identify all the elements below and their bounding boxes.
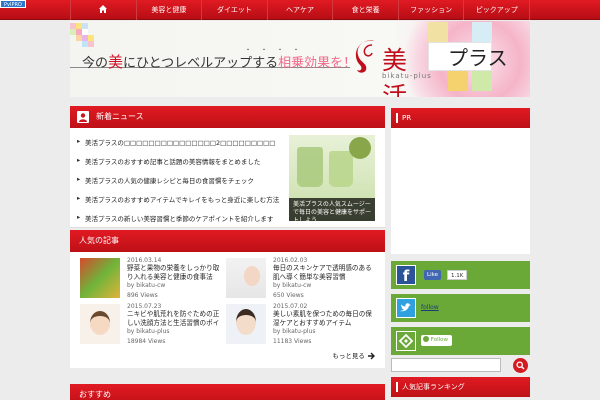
recommend-header: おすすめ [70, 384, 385, 400]
article-thumb[interactable] [226, 304, 266, 344]
popular-header: 人気の記事 [70, 230, 385, 252]
ranking-title: 人気記事ランキング [402, 383, 465, 391]
twitter-icon [396, 298, 416, 318]
news-item[interactable]: 美活プラスの新しい美容習慣と季節のケアポイントを紹介します [75, 213, 287, 223]
pr-bar [396, 113, 398, 123]
article-views: 18984 Views [127, 338, 166, 345]
article-title[interactable]: 美しい素肌を保つための毎日の保湿ケアとおすすめアイテム [273, 310, 373, 328]
article-thumb[interactable] [80, 258, 120, 298]
arrow-right-icon [368, 352, 375, 360]
logo-main: 美活 [382, 46, 408, 97]
article-card[interactable]: 2016.03.14 野菜と果物の栄養をしっかり取り入れる美容と健康の食事法 b… [127, 257, 222, 299]
article-title[interactable]: ニキビや肌荒れを防ぐための正しい洗顔方法と生活習慣のポイント [127, 310, 222, 328]
top-nav-bar: PvIPRO 美容と健康 ダイエット ヘアケア 食と栄養 ファッション ピックア… [0, 0, 600, 20]
feedly-follow-button[interactable]: Follow [421, 335, 453, 346]
article-thumb[interactable] [226, 258, 266, 298]
tagline-accent: 相乗効果を！ [278, 56, 357, 71]
nav-food[interactable]: 食と栄養 [333, 0, 399, 20]
nav-haircare[interactable]: ヘアケア [268, 0, 334, 20]
facebook-icon: f [396, 265, 416, 285]
search-input[interactable] [391, 358, 501, 372]
article-author: by bikatu-cw [127, 282, 166, 289]
pr-title: PR [402, 114, 412, 122]
article-card[interactable]: 2015.07.02 美しい素肌を保つための毎日の保湿ケアとおすすめアイテム b… [273, 303, 373, 345]
article-date: 2016.02.03 [273, 257, 308, 264]
tagline-pre: 今の [82, 56, 109, 71]
nav-beauty[interactable]: 美容と健康 [137, 0, 203, 20]
site-header[interactable]: ・・・・ 今の美にひとつレベルアップする相乗効果を！ 美活 プラス bikatu… [70, 21, 530, 97]
article-thumb[interactable] [80, 304, 120, 344]
search-button[interactable] [513, 358, 528, 373]
pr-header: PR [391, 108, 530, 128]
facebook-box[interactable]: f Like 1.1K [391, 261, 530, 289]
twitter-box[interactable]: follow [391, 294, 530, 322]
article-card[interactable]: 2016.02.03 毎日のスキンケアで透明感のある肌へ導く簡単な美容習慣 by… [273, 257, 373, 299]
twitter-follow-link[interactable]: follow [421, 304, 439, 311]
article-views: 896 Views [127, 292, 158, 299]
smoothie-glass [329, 151, 353, 187]
article-card[interactable]: 2015.07.23 ニキビや肌荒れを防ぐための正しい洗顔方法と生活習慣のポイン… [127, 303, 222, 345]
article-author: by bikatu-cw [273, 282, 312, 289]
tagline: 今の美にひとつレベルアップする相乗効果を！ [82, 51, 356, 72]
ranking-bar [396, 382, 398, 392]
article-views: 650 Views [273, 292, 304, 299]
article-date: 2015.07.23 [127, 303, 162, 310]
home-icon [99, 5, 108, 13]
logo-accent: プラス [448, 46, 508, 70]
facebook-count: 1.1K [447, 270, 468, 280]
news-list: 美活プラスの□□□□□□□□□□□□□□□2□□□□□□□□□ 美活プラスのおす… [75, 137, 287, 232]
news-item[interactable]: 美活プラスの□□□□□□□□□□□□□□□2□□□□□□□□□ [75, 137, 287, 147]
pr-ad-slot[interactable] [391, 128, 530, 254]
feedly-box[interactable]: Follow [391, 327, 530, 355]
article-author: by bikatu-plus [273, 328, 316, 335]
news-item[interactable]: 美活プラスのおすすめ記事と話題の美容情報をまとめました [75, 156, 287, 166]
news-title: 新着ニュース [96, 112, 144, 121]
smoothie-glass [297, 147, 323, 187]
article-author: by bikatu-plus [127, 328, 170, 335]
feedly-icon [396, 331, 416, 351]
article-views: 11183 Views [273, 338, 312, 345]
badge[interactable]: PvIPRO [0, 0, 26, 8]
fb-like-label: Like [427, 272, 438, 278]
nav-fashion[interactable]: ファッション [399, 0, 465, 20]
main-nav: 美容と健康 ダイエット ヘアケア 食と栄養 ファッション ピックアップ [70, 0, 531, 20]
tagline-mid: にひとつレベルアップする [123, 56, 279, 71]
article-date: 2015.07.02 [273, 303, 308, 310]
feedly-follow-label: Follow [430, 337, 449, 343]
main-column: 新着ニュース 美活プラスの□□□□□□□□□□□□□□□2□□□□□□□□□ 美… [70, 106, 385, 400]
article-title[interactable]: 毎日のスキンケアで透明感のある肌へ導く簡単な美容習慣 [273, 264, 373, 282]
logo-sub: bikatu-plus [382, 72, 432, 80]
logo-emblem-icon [355, 40, 374, 73]
kiwi [349, 137, 371, 159]
nav-diet[interactable]: ダイエット [202, 0, 268, 20]
more-link[interactable]: もっと見る [332, 350, 375, 360]
popular-title: 人気の記事 [79, 236, 119, 245]
popular-body: 2016.03.14 野菜と果物の栄養をしっかり取り入れる美容と健康の食事法 b… [70, 252, 385, 368]
feature-caption: 美活プラスの人気スムージーで毎日の美容と健康をサポートしよう [289, 198, 375, 221]
news-item[interactable]: 美活プラスのおすすめアイテムでキレイをもっと身近に楽しむ方法 [75, 194, 287, 204]
recommend-title: おすすめ [79, 390, 111, 399]
nav-pickup[interactable]: ピックアップ [464, 0, 531, 20]
article-title[interactable]: 野菜と果物の栄養をしっかり取り入れる美容と健康の食事法 [127, 264, 222, 282]
tagline-mei: 美 [108, 53, 124, 71]
news-item[interactable]: 美活プラスの人気の健康レシピと毎日の食習慣をチェック [75, 175, 287, 185]
facebook-like-button[interactable]: Like [424, 270, 441, 280]
search-icon [516, 361, 525, 370]
news-body: 美活プラスの□□□□□□□□□□□□□□□2□□□□□□□□□ 美活プラスのおす… [70, 128, 385, 228]
nav-home[interactable] [70, 0, 137, 20]
user-icon [77, 111, 89, 123]
news-header: 新着ニュース [70, 106, 385, 128]
feedly-mini-icon [423, 336, 429, 342]
ranking-header: 人気記事ランキング [391, 377, 530, 397]
feature-image[interactable]: 美活プラスの人気スムージーで毎日の美容と健康をサポートしよう [289, 135, 375, 221]
more-label: もっと見る [332, 352, 365, 360]
article-date: 2016.03.14 [127, 257, 162, 264]
